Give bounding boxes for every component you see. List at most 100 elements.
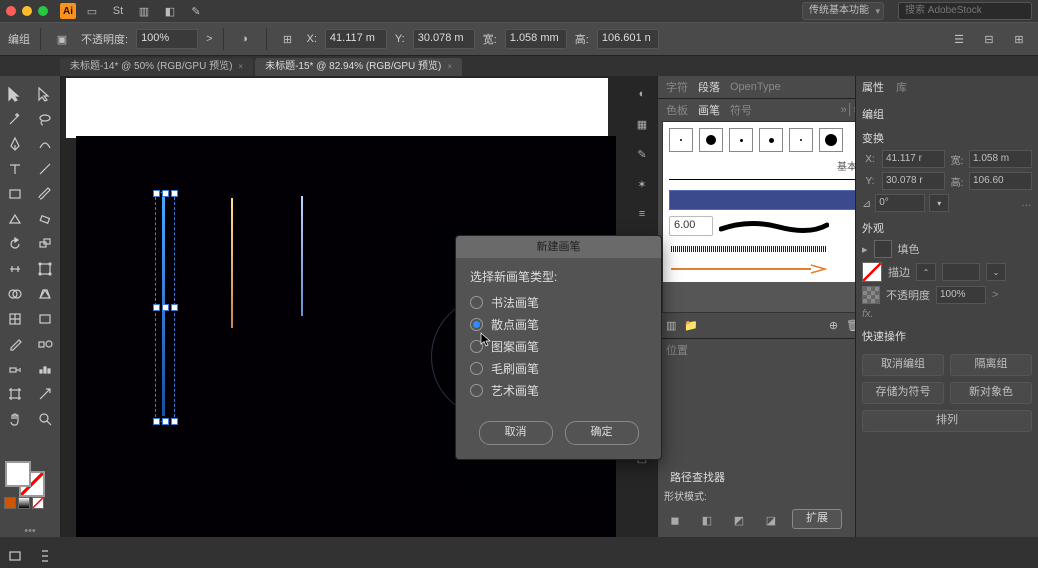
handle-icon[interactable] xyxy=(153,418,160,425)
adobe-stock-search[interactable]: 搜索 AdobeStock xyxy=(898,2,1032,20)
window-zoom-icon[interactable] xyxy=(38,6,48,16)
color-mode-gradient[interactable] xyxy=(18,497,30,509)
x-field[interactable]: 41.117 m xyxy=(325,29,387,49)
folder-icon[interactable]: 📁 xyxy=(684,319,698,332)
ok-button[interactable]: 确定 xyxy=(565,421,639,445)
panel-brushes-icon[interactable]: ✎ xyxy=(630,142,654,166)
recolor-icon[interactable]: ◑ xyxy=(234,28,256,50)
symbol-sprayer-tool[interactable] xyxy=(1,357,29,381)
ctrl-misc2-icon[interactable]: ⊟ xyxy=(978,28,1000,50)
stroke-weight-chevron-icon[interactable]: ⌃ xyxy=(916,263,936,281)
tab-paragraph[interactable]: 段落 xyxy=(698,79,720,95)
paintbrush-tool[interactable] xyxy=(31,182,59,206)
slice-tool[interactable] xyxy=(31,382,59,406)
handle-icon[interactable] xyxy=(162,304,169,311)
tab-character[interactable]: 字符 xyxy=(666,79,688,95)
tab-libraries[interactable]: 库 xyxy=(896,79,907,95)
doc-tab-0[interactable]: 未标题-14* @ 50% (RGB/GPU 预览)× xyxy=(60,58,253,76)
brush-thumb[interactable] xyxy=(729,128,753,152)
selection-tool[interactable] xyxy=(1,82,29,106)
lasso-tool[interactable] xyxy=(31,107,59,131)
qa-align-button[interactable]: 排列 xyxy=(862,410,1032,432)
line-tool[interactable] xyxy=(31,157,59,181)
brush-list[interactable]: 基本 6.00 xyxy=(663,122,863,282)
pathfinder-unite-icon[interactable]: ◼ xyxy=(664,509,686,531)
shape-builder-tool[interactable] xyxy=(1,282,29,306)
curvature-tool[interactable] xyxy=(31,132,59,156)
prop-y-field[interactable]: 30.078 r xyxy=(882,172,945,190)
radio-pattern[interactable]: 图案画笔 xyxy=(470,335,647,357)
mesh-tool[interactable] xyxy=(1,307,29,331)
brush-thumb[interactable] xyxy=(789,128,813,152)
eraser-tool[interactable] xyxy=(31,207,59,231)
color-mode-solid[interactable] xyxy=(4,497,16,509)
fill-swatch-icon[interactable] xyxy=(874,240,892,258)
qa-save-symbol-button[interactable]: 存储为符号 xyxy=(862,382,944,404)
fx-label[interactable]: fx. xyxy=(862,308,1032,320)
scale-tool[interactable] xyxy=(31,232,59,256)
library-icon[interactable]: ▥ xyxy=(666,319,676,332)
handle-icon[interactable] xyxy=(171,304,178,311)
panel-stroke-icon[interactable]: ≡ xyxy=(630,202,654,226)
radio-scatter[interactable]: 散点画笔 xyxy=(470,313,647,335)
brush-thumb[interactable] xyxy=(759,128,783,152)
prop-w-field[interactable]: 1.058 m xyxy=(969,150,1032,168)
magic-wand-tool[interactable] xyxy=(1,107,29,131)
tab-opentype[interactable]: OpenType xyxy=(730,81,781,93)
opacity-field[interactable]: 100% xyxy=(136,29,198,49)
pen-tool[interactable] xyxy=(1,132,29,156)
titlebar-doc-icon[interactable]: ▭ xyxy=(82,3,102,19)
pathfinder-exclude-icon[interactable]: ◪ xyxy=(760,509,782,531)
ref-point-icon[interactable]: ⊞ xyxy=(277,28,299,50)
workspace-select[interactable]: 传统基本功能 xyxy=(802,2,884,20)
qa-isolate-button[interactable]: 隔离组 xyxy=(950,354,1032,376)
eyedropper-tool[interactable] xyxy=(1,332,29,356)
ctrl-misc1-icon[interactable]: ☰ xyxy=(948,28,970,50)
close-icon[interactable]: × xyxy=(238,58,243,76)
radio-calligraphic[interactable]: 书法画笔 xyxy=(470,291,647,313)
brush-thumb[interactable] xyxy=(699,128,723,152)
color-mode-none[interactable] xyxy=(32,497,44,509)
handle-icon[interactable] xyxy=(162,418,169,425)
stroke-weight-chevron-icon[interactable]: ⌄ xyxy=(986,263,1006,281)
panel-swatches-icon[interactable]: ▦ xyxy=(630,112,654,136)
radio-bristle[interactable]: 毛刷画笔 xyxy=(470,357,647,379)
stroke-swatch-icon[interactable] xyxy=(862,262,882,282)
prop-x-field[interactable]: 41.117 r xyxy=(882,150,945,168)
doc-tab-1[interactable]: 未标题-15* @ 82.94% (RGB/GPU 预览)× xyxy=(255,58,462,76)
y-field[interactable]: 30.078 m xyxy=(413,29,475,49)
color-mode-buttons[interactable] xyxy=(4,497,44,509)
fill-swatch[interactable] xyxy=(5,461,31,487)
blend-tool[interactable] xyxy=(31,332,59,356)
titlebar-text-icon[interactable]: St xyxy=(108,3,128,19)
direct-selection-tool[interactable] xyxy=(31,82,59,106)
h-field[interactable]: 106.601 n xyxy=(597,29,659,49)
shaper-tool[interactable] xyxy=(1,207,29,231)
align-icon[interactable]: ▣ xyxy=(51,28,73,50)
cancel-button[interactable]: 取消 xyxy=(479,421,553,445)
prop-h-field[interactable]: 106.60 xyxy=(969,172,1032,190)
zoom-tool[interactable] xyxy=(31,407,59,431)
tab-brushes[interactable]: 画笔 xyxy=(698,102,720,118)
perspective-tool[interactable] xyxy=(31,282,59,306)
pathfinder-minus-front-icon[interactable]: ◧ xyxy=(696,509,718,531)
gradient-tool[interactable] xyxy=(31,307,59,331)
brush-size-field[interactable]: 6.00 xyxy=(669,216,713,236)
qa-recolor-button[interactable]: 新对象色 xyxy=(950,382,1032,404)
stroke-weight-field[interactable] xyxy=(942,263,980,281)
angle-chevron-icon[interactable]: ▾ xyxy=(929,194,949,212)
w-field[interactable]: 1.058 mm xyxy=(505,29,567,49)
brush-thumb[interactable] xyxy=(669,128,693,152)
fill-stroke-swatch[interactable] xyxy=(1,461,59,491)
artboard-tool[interactable] xyxy=(1,382,29,406)
pathfinder-intersect-icon[interactable]: ◩ xyxy=(728,509,750,531)
new-icon[interactable]: ⊕ xyxy=(829,319,838,332)
radio-art[interactable]: 艺术画笔 xyxy=(470,379,647,401)
width-tool[interactable] xyxy=(1,257,29,281)
hand-tool[interactable] xyxy=(1,407,29,431)
window-minimize-icon[interactable] xyxy=(22,6,32,16)
prop-more-icon[interactable]: … xyxy=(1021,197,1032,209)
tab-symbols[interactable]: 符号 xyxy=(730,102,752,118)
type-tool[interactable] xyxy=(1,157,29,181)
pathfinder-expand-button[interactable]: 扩展 xyxy=(792,509,842,529)
